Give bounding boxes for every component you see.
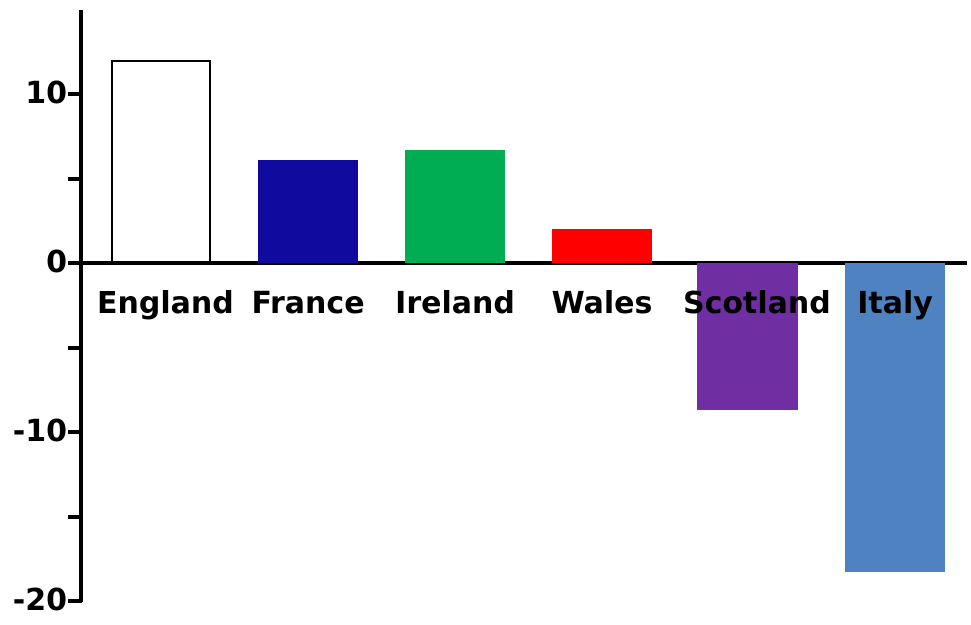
bar-chart: 10 0 -10 -20 England France Ireland Wales Scotl… [0, 0, 971, 625]
y-tick-minor [68, 176, 82, 181]
y-tick-label: -20 [12, 583, 67, 618]
zero-baseline [79, 261, 967, 265]
y-axis-spine [79, 10, 83, 602]
y-tick-minor [68, 514, 82, 519]
y-tick-label: -10 [12, 414, 67, 449]
y-tick-label: 10 [25, 76, 67, 111]
bar-england[interactable] [111, 60, 211, 263]
bar-label-scotland: Scotland [683, 286, 831, 321]
bar-label-wales: Wales [551, 286, 653, 321]
y-tick-major [68, 599, 82, 603]
bar-wales[interactable] [552, 229, 652, 263]
bar-france[interactable] [258, 159, 358, 263]
y-tick-minor [68, 345, 82, 350]
y-tick-major [68, 92, 82, 96]
y-tick-major [68, 430, 82, 434]
y-tick-major [68, 261, 82, 265]
bar-label-ireland: Ireland [395, 286, 515, 321]
bar-ireland[interactable] [405, 149, 505, 263]
y-tick-label: 0 [46, 245, 67, 280]
bar-label-england: England [97, 286, 234, 321]
bar-label-italy: Italy [857, 286, 933, 321]
bar-label-france: France [251, 286, 365, 321]
